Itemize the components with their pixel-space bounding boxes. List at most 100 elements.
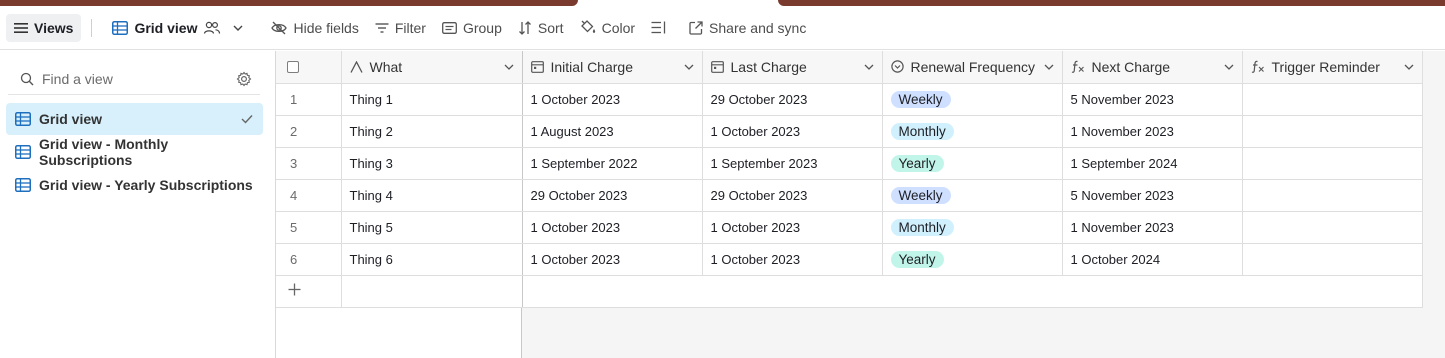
row-height-button[interactable] xyxy=(643,14,681,42)
chevron-down-icon[interactable] xyxy=(1404,63,1414,71)
add-record-row[interactable] xyxy=(276,275,1423,308)
view-item-grid-view[interactable]: Grid view xyxy=(6,103,263,135)
group-button[interactable]: Group xyxy=(434,14,510,42)
cell-renewal-frequency[interactable]: Monthly xyxy=(882,115,1063,148)
cell-last-charge[interactable]: 1 October 2023 xyxy=(702,243,883,276)
grid-area: What Initial Charge Last Charge Renewal … xyxy=(276,51,1445,358)
hide-fields-button[interactable]: Hide fields xyxy=(263,14,366,42)
cell-what[interactable]: Thing 1 xyxy=(341,83,523,116)
column-label: Last Charge xyxy=(730,58,807,75)
cell-last-charge[interactable]: 29 October 2023 xyxy=(702,179,883,212)
cell-initial-charge[interactable]: 29 October 2023 xyxy=(522,179,703,212)
table-row[interactable]: 6 Thing 6 1 October 2023 1 October 2023 … xyxy=(276,243,1423,276)
share-and-sync-button[interactable]: Share and sync xyxy=(681,14,814,42)
cell-renewal-frequency[interactable]: Weekly xyxy=(882,83,1063,116)
column-header-trigger-reminder[interactable]: Trigger Reminder xyxy=(1242,51,1423,84)
group-icon xyxy=(442,21,457,34)
chevron-down-icon[interactable] xyxy=(1044,63,1054,71)
cell-trigger-reminder[interactable] xyxy=(1242,179,1423,212)
cell-what[interactable]: Thing 2 xyxy=(341,115,523,148)
cell-trigger-reminder[interactable] xyxy=(1242,83,1423,116)
filter-icon xyxy=(375,22,389,33)
cell-renewal-frequency[interactable]: Weekly xyxy=(882,179,1063,212)
column-header-last-charge[interactable]: Last Charge xyxy=(702,51,883,84)
cell-initial-charge[interactable]: 1 October 2023 xyxy=(522,83,703,116)
cell-renewal-frequency[interactable]: Yearly xyxy=(882,147,1063,180)
view-item-yearly-subscriptions[interactable]: Grid view - Yearly Subscriptions xyxy=(6,169,263,201)
row-number: 5 xyxy=(276,211,342,244)
cell-what[interactable]: Thing 4 xyxy=(341,179,523,212)
chevron-down-icon[interactable] xyxy=(1224,63,1234,71)
collaborators-icon xyxy=(204,21,221,34)
cell-trigger-reminder[interactable] xyxy=(1242,211,1423,244)
cell-next-charge[interactable]: 1 October 2024 xyxy=(1062,243,1243,276)
row-number: 3 xyxy=(276,147,342,180)
add-record-cell[interactable] xyxy=(276,275,342,308)
views-button-label: Views xyxy=(34,19,74,36)
external-share-icon xyxy=(689,20,703,35)
calendar-icon xyxy=(710,61,724,74)
cell-next-charge[interactable]: 5 November 2023 xyxy=(1062,83,1243,116)
chevron-down-icon[interactable] xyxy=(504,63,514,71)
select-all-checkbox[interactable] xyxy=(287,60,299,73)
gear-icon[interactable] xyxy=(236,71,252,87)
cell-next-charge[interactable]: 1 November 2023 xyxy=(1062,211,1243,244)
cell-last-charge[interactable]: 1 October 2023 xyxy=(702,211,883,244)
sort-icon xyxy=(518,20,531,35)
frequency-pill: Weekly xyxy=(890,186,951,204)
cell-renewal-frequency[interactable]: Monthly xyxy=(882,211,1063,244)
cell-renewal-frequency[interactable]: Yearly xyxy=(882,243,1063,276)
cell-initial-charge[interactable]: 1 August 2023 xyxy=(522,115,703,148)
table-row[interactable]: 1 Thing 1 1 October 2023 29 October 2023… xyxy=(276,83,1423,116)
column-label: Renewal Frequency xyxy=(910,58,1036,75)
plus-icon[interactable] xyxy=(288,283,301,296)
cell-last-charge[interactable]: 1 October 2023 xyxy=(702,115,883,148)
table-row[interactable]: 3 Thing 3 1 September 2022 1 September 2… xyxy=(276,147,1423,180)
column-header-renewal-frequency[interactable]: Renewal Frequency xyxy=(882,51,1063,84)
cell-last-charge[interactable]: 1 September 2023 xyxy=(702,147,883,180)
cell-last-charge[interactable]: 29 October 2023 xyxy=(702,83,883,116)
views-button[interactable]: Views xyxy=(6,13,82,42)
cell-what[interactable]: Thing 6 xyxy=(341,243,523,276)
row-number: 6 xyxy=(276,243,342,276)
cell-initial-charge[interactable]: 1 October 2023 xyxy=(522,211,703,244)
find-view-box xyxy=(8,63,260,95)
text-field-icon xyxy=(349,60,363,73)
cell-trigger-reminder[interactable] xyxy=(1242,147,1423,180)
cell-trigger-reminder[interactable] xyxy=(1242,243,1423,276)
column-label: What xyxy=(369,58,403,75)
view-item-monthly-subscriptions[interactable]: Grid view - Monthly Subscriptions xyxy=(6,136,263,168)
filter-button[interactable]: Filter xyxy=(367,14,434,42)
table-row[interactable]: 4 Thing 4 29 October 2023 29 October 202… xyxy=(276,179,1423,212)
column-header-next-charge[interactable]: Next Charge xyxy=(1062,51,1243,84)
views-sidebar: Grid view Grid view - Monthly Subscripti… xyxy=(0,51,276,358)
select-all-header[interactable] xyxy=(276,51,342,84)
find-view-input[interactable] xyxy=(42,70,236,87)
add-row-filler xyxy=(522,275,1423,308)
chevron-down-icon[interactable] xyxy=(864,63,874,71)
cell-next-charge[interactable]: 5 November 2023 xyxy=(1062,179,1243,212)
cell-what[interactable]: Thing 3 xyxy=(341,147,523,180)
column-label: Next Charge xyxy=(1091,58,1171,75)
table-row[interactable]: 5 Thing 5 1 October 2023 1 October 2023 … xyxy=(276,211,1423,244)
cell-next-charge[interactable]: 1 September 2024 xyxy=(1062,147,1243,180)
column-header-initial-charge[interactable]: Initial Charge xyxy=(522,51,703,84)
column-label: Initial Charge xyxy=(550,58,634,75)
column-header-what[interactable]: What xyxy=(341,51,523,84)
table-row[interactable]: 2 Thing 2 1 August 2023 1 October 2023 M… xyxy=(276,115,1423,148)
records-grid: What Initial Charge Last Charge Renewal … xyxy=(276,51,1423,308)
cell-next-charge[interactable]: 1 November 2023 xyxy=(1062,115,1243,148)
cell-what[interactable]: Thing 5 xyxy=(341,211,523,244)
cell-initial-charge[interactable]: 1 September 2022 xyxy=(522,147,703,180)
color-button[interactable]: Color xyxy=(572,14,643,42)
paint-bucket-icon xyxy=(580,20,595,33)
view-item-label: Grid view - Yearly Subscriptions xyxy=(39,177,253,193)
cell-trigger-reminder[interactable] xyxy=(1242,115,1423,148)
row-number: 2 xyxy=(276,115,342,148)
grid-view-switcher[interactable]: Grid view xyxy=(104,14,251,42)
chevron-down-icon[interactable] xyxy=(684,63,694,71)
search-icon xyxy=(20,72,34,85)
row-height-icon xyxy=(651,21,666,34)
sort-button[interactable]: Sort xyxy=(510,14,572,42)
cell-initial-charge[interactable]: 1 October 2023 xyxy=(522,243,703,276)
